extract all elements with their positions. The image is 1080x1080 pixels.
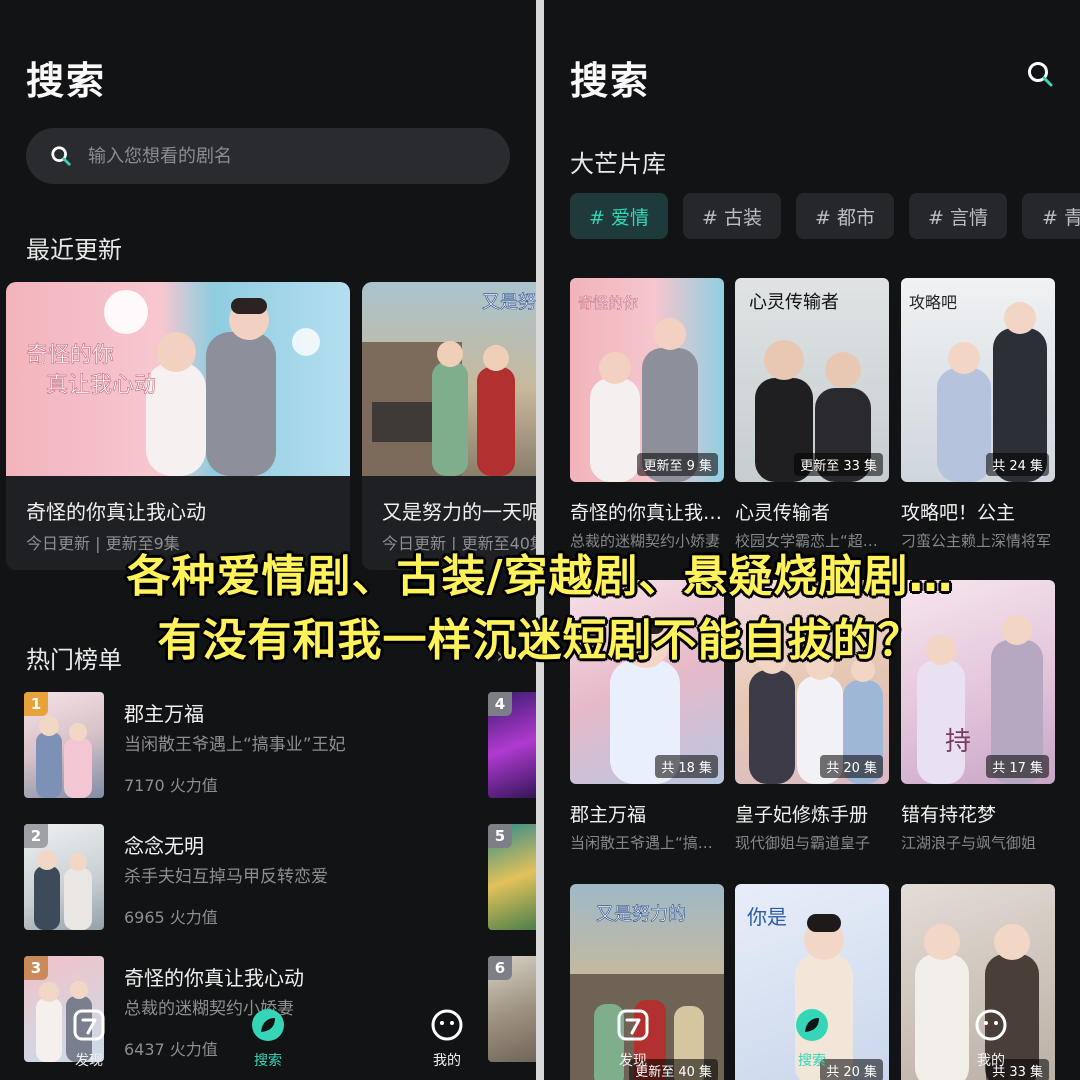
caption-line-2: 有没有和我一样沉迷短剧不能自拔的？ [157, 615, 923, 666]
svg-text:你是: 你是 [747, 905, 787, 929]
nav-mine[interactable]: 我的 [412, 1008, 482, 1070]
search-icon[interactable] [1026, 60, 1054, 88]
svg-text:心灵传输者: 心灵传输者 [749, 292, 839, 313]
drama-desc: 现代御姐与霸道皇子 [735, 834, 871, 852]
search-icon [51, 146, 71, 166]
hot-thumb-peek[interactable]: 4 [488, 692, 536, 798]
nav-label: 搜索 [254, 1053, 282, 1069]
search-input[interactable] [88, 145, 468, 167]
nav-label: 我的 [977, 1053, 1005, 1069]
page-title: 搜索 [26, 59, 107, 103]
library-title: 大芒片库 [570, 150, 666, 178]
nav-label: 发现 [619, 1053, 647, 1069]
nav-search[interactable]: 搜索 [777, 1008, 847, 1070]
drama-desc: 当闲散王爷遇上“搞事业”王妃 [570, 834, 724, 852]
tag-love-story[interactable]: # 言情 [909, 193, 1007, 239]
drama-title: 错有持花梦 [901, 804, 997, 826]
tag-costume[interactable]: # 古装 [683, 193, 781, 239]
recent-card[interactable]: 又是努力的 又是努力的一天呢 今日更新 | 更新至40集 [362, 282, 536, 570]
drama-title: 攻略吧！公主 [901, 502, 1016, 524]
nav-label: 搜索 [798, 1053, 826, 1069]
hot-list-item[interactable]: 2 念念无明 杀手夫妇互掉马甲反转恋爱 6965 火力值 [24, 824, 504, 930]
episode-badge: 共 17 集 [986, 755, 1049, 778]
nav-label: 我的 [433, 1053, 461, 1069]
nav-discover[interactable]: 发现 [54, 1008, 124, 1070]
hot-list-item[interactable]: 1 郡主万福 当闲散王爷遇上“搞事业”王妃 7170 火力值 [24, 692, 504, 798]
search-bar[interactable] [26, 128, 510, 184]
rank-badge: 2 [24, 824, 48, 848]
drama-title: 奇怪的你真让我心动 [570, 502, 724, 524]
hot-heat: 6965 火力值 [124, 908, 218, 927]
discover-icon [617, 1009, 649, 1041]
rank-badge: 6 [488, 956, 512, 980]
hot-desc: 当闲散王爷遇上“搞事业”王妃 [124, 735, 346, 755]
recent-poster: 又是努力的 [362, 282, 536, 476]
hot-thumb: 2 [24, 824, 104, 930]
tag-romance[interactable]: # 爱情 [570, 193, 668, 239]
hot-heat: 7170 火力值 [124, 776, 218, 795]
smiley-icon [431, 1009, 463, 1041]
svg-text:又是努力的: 又是努力的 [482, 292, 536, 313]
recent-title: 又是努力的一天呢 [382, 500, 536, 524]
svg-text:真让我心动: 真让我心动 [46, 373, 156, 398]
nav-label: 发现 [75, 1053, 103, 1069]
svg-text:持: 持 [945, 727, 971, 757]
rank-badge: 5 [488, 824, 512, 848]
svg-text:奇怪的你: 奇怪的你 [26, 343, 114, 368]
hot-name: 念念无明 [124, 834, 204, 858]
episode-badge: 共 24 集 [986, 453, 1049, 476]
drama-title: 郡主万福 [570, 804, 647, 826]
discover-icon [73, 1009, 105, 1041]
leaf-icon [252, 1009, 284, 1041]
hot-name: 奇怪的你真让我心动 [124, 966, 304, 990]
drama-title: 心灵传输者 [735, 502, 831, 524]
rank-badge: 4 [488, 692, 512, 716]
hot-desc: 杀手夫妇互掉马甲反转恋爱 [124, 867, 328, 887]
tag-youth[interactable]: # 青 [1022, 193, 1080, 239]
page-title: 搜索 [570, 59, 651, 103]
hot-thumb: 1 [24, 692, 104, 798]
nav-discover[interactable]: 发现 [598, 1008, 668, 1070]
rank-badge: 1 [24, 692, 48, 716]
leaf-icon [796, 1009, 828, 1041]
recent-section-title: 最近更新 [26, 236, 122, 264]
smiley-icon [975, 1009, 1007, 1041]
hot-thumb-peek[interactable]: 5 [488, 824, 536, 930]
drama-poster: 奇怪的你 更新至 9 集 [570, 278, 724, 482]
drama-poster: 攻略吧 共 24 集 [901, 278, 1055, 482]
hot-name: 郡主万福 [124, 702, 204, 726]
drama-poster: 心灵传输者 更新至 33 集 [735, 278, 889, 482]
rank-badge: 3 [24, 956, 48, 980]
episode-badge: 更新至 9 集 [637, 453, 718, 476]
episode-badge: 共 18 集 [655, 755, 718, 778]
drama-desc: 江湖浪子与飒气御姐 [901, 834, 1037, 852]
bottom-nav: 发现 搜索 我的 [544, 1000, 1080, 1080]
episode-badge: 共 20 集 [820, 755, 883, 778]
svg-text:攻略吧: 攻略吧 [909, 293, 957, 312]
tag-urban[interactable]: # 都市 [796, 193, 894, 239]
episode-badge: 更新至 33 集 [794, 453, 883, 476]
drama-title: 皇子妃修炼手册 [735, 804, 869, 826]
nav-search[interactable]: 搜索 [233, 1008, 303, 1070]
recent-card[interactable]: 奇怪的你 真让我心动 奇怪的你真让我心动 今日更新 | 更新至9集 [6, 282, 350, 570]
recent-title: 奇怪的你真让我心动 [26, 500, 206, 524]
bottom-nav: 发现 搜索 我的 [0, 1000, 536, 1080]
recent-poster: 奇怪的你 真让我心动 [6, 282, 350, 476]
svg-text:奇怪的你: 奇怪的你 [578, 294, 638, 312]
nav-mine[interactable]: 我的 [956, 1008, 1026, 1070]
svg-text:又是努力的: 又是努力的 [596, 904, 686, 925]
caption-line-1: 各种爱情剧、古装/穿越剧、悬疑烧脑剧… [126, 551, 954, 602]
